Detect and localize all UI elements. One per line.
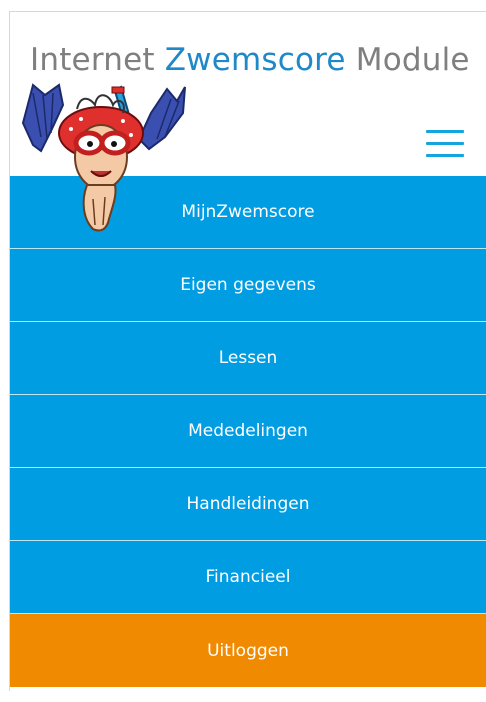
nav-item-mededelingen[interactable]: Mededelingen bbox=[10, 395, 486, 468]
site-title-part-module: Module bbox=[345, 42, 470, 78]
site-title-part-internet: Internet bbox=[30, 42, 165, 78]
hamburger-bar bbox=[426, 154, 464, 157]
site-title[interactable]: Internet Zwemscore Module bbox=[30, 42, 470, 78]
main-navigation: MijnZwemscore Eigen gegevens Lessen Mede… bbox=[10, 176, 486, 687]
nav-item-handleidingen[interactable]: Handleidingen bbox=[10, 468, 486, 541]
nav-item-financieel[interactable]: Financieel bbox=[10, 541, 486, 614]
site-title-part-zwemscore: Zwemscore bbox=[164, 42, 346, 78]
hamburger-bar bbox=[426, 130, 464, 133]
hamburger-menu-icon[interactable] bbox=[426, 130, 464, 158]
nav-item-eigen-gegevens[interactable]: Eigen gegevens bbox=[10, 249, 486, 322]
nav-item-lessen[interactable]: Lessen bbox=[10, 322, 486, 395]
logout-button[interactable]: Uitloggen bbox=[10, 614, 486, 687]
hamburger-bar bbox=[426, 142, 464, 145]
diver-mascot-logo bbox=[21, 83, 186, 232]
